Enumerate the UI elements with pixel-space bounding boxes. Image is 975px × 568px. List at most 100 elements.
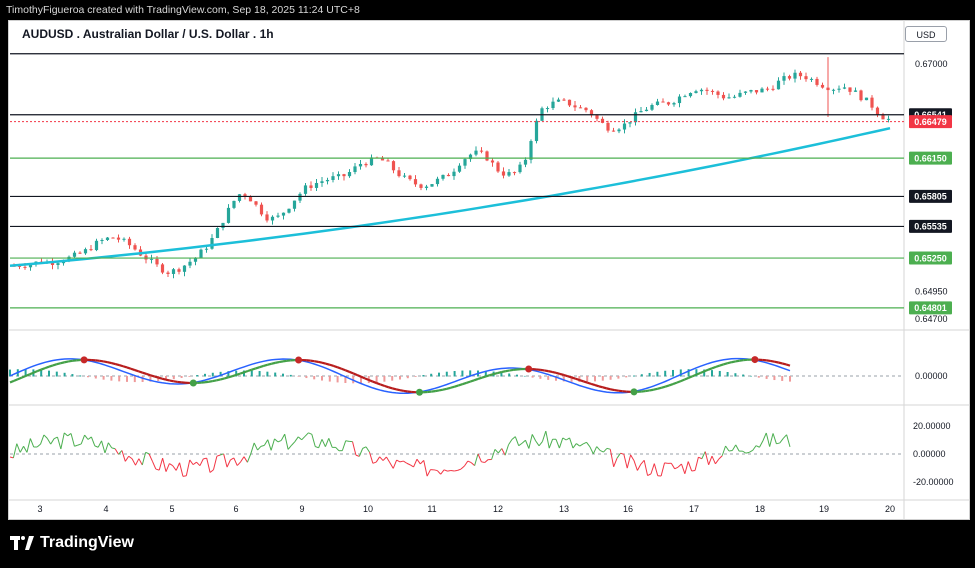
crossover-dot	[525, 365, 533, 373]
signal-line-segment	[243, 369, 249, 374]
signal-line-segment	[668, 383, 674, 387]
rsi-line-segment	[464, 460, 469, 467]
signal-line-segment	[505, 369, 510, 373]
macd-histogram-bar	[742, 374, 745, 377]
rsi-line-segment	[596, 446, 601, 451]
rsi-line-segment	[230, 457, 235, 461]
candle-body	[204, 248, 209, 250]
candle-body	[820, 84, 825, 88]
candle-body	[182, 265, 187, 272]
crossover-dot	[630, 388, 638, 396]
signal-line-segment	[259, 364, 264, 369]
rsi-line-segment	[284, 433, 289, 450]
signal-line-segment	[267, 362, 272, 366]
rsi-line-segment	[497, 448, 503, 454]
candle-body	[628, 122, 632, 124]
signal-line-segment	[321, 361, 327, 365]
candle-body	[804, 76, 808, 80]
rsi-line-segment	[260, 444, 265, 447]
signal-line-segment	[317, 360, 323, 364]
signal-line-segment	[352, 372, 358, 377]
macd-histogram-bar	[406, 376, 409, 379]
macd-histogram-bar	[586, 376, 589, 382]
candle-body	[94, 240, 99, 251]
candle-body	[584, 107, 588, 111]
signal-line-segment	[337, 366, 342, 370]
candle-body	[776, 80, 781, 90]
signal-line-segment	[17, 376, 23, 381]
macd-histogram-bar	[640, 374, 643, 377]
signal-line-segment	[251, 367, 257, 371]
candles	[12, 69, 891, 279]
candle-body	[177, 269, 181, 272]
macd-histogram-bar	[204, 373, 206, 377]
signal-line-segment	[719, 363, 725, 367]
rsi-line-segment	[762, 432, 767, 442]
signal-line-segment	[150, 374, 155, 378]
rsi-line-segment	[382, 456, 387, 461]
rsi-line-segment	[212, 456, 218, 470]
rsi-line-segment	[294, 436, 299, 442]
candle-body	[199, 249, 203, 258]
signal-line-segment	[544, 369, 549, 373]
macd-histogram-bar	[711, 370, 713, 377]
rsi-line-segment	[63, 432, 68, 437]
rsi-line-segment	[67, 433, 72, 437]
rsi-line-segment	[521, 439, 526, 444]
tradingview-screenshot: TimothyFigueroa created with TradingView…	[0, 0, 975, 568]
signal-line-segment	[723, 362, 728, 366]
signal-line-segment	[64, 360, 69, 364]
candle-body	[347, 172, 352, 177]
signal-line-segment	[473, 377, 479, 382]
signal-line-segment	[333, 364, 338, 369]
price-tick-label: 0.64950	[915, 286, 948, 296]
candle-body	[298, 193, 302, 201]
signal-line-segment	[434, 389, 440, 393]
time-tick-label: 19	[819, 504, 829, 514]
rsi-line-segment	[484, 459, 489, 463]
signal-line-segment	[477, 376, 483, 381]
tradingview-logo[interactable]: TradingView	[10, 534, 134, 552]
signal-line-segment	[649, 388, 654, 392]
macd-histogram-bar	[188, 376, 191, 377]
crossover-dot	[416, 388, 423, 396]
rsi-line-segment	[121, 450, 126, 462]
rsi-line-segment	[372, 461, 377, 464]
currency-button[interactable]: USD	[905, 26, 947, 42]
rsi-line-segment	[375, 456, 381, 463]
signal-line-segment	[360, 375, 366, 380]
candle-body	[545, 108, 550, 110]
signal-line-segment	[376, 382, 381, 386]
candle-body	[463, 159, 467, 166]
macd-histogram-bar	[250, 370, 253, 377]
rsi-line-segment	[362, 446, 367, 449]
signal-line-segment	[341, 367, 346, 372]
rsi-line-segment	[613, 458, 618, 467]
chart-svg[interactable]: 0.670000.649500.647000.665410.664790.661…	[0, 0, 975, 520]
candle-body	[694, 91, 698, 94]
signal-line-segment	[228, 375, 233, 379]
macd-histogram-bar	[453, 371, 456, 377]
signal-line-segment	[107, 361, 112, 365]
macd-histogram-bar	[110, 376, 113, 381]
signal-line-segment	[582, 380, 588, 384]
macd-histogram-bar	[79, 375, 82, 377]
candle-body	[578, 107, 583, 109]
candle-body	[600, 118, 605, 123]
candle-body	[105, 237, 110, 241]
rsi-line-segment	[19, 445, 25, 453]
signal-line-segment	[579, 378, 584, 383]
signal-line-segment	[727, 361, 732, 365]
signal-line-segment	[36, 368, 42, 373]
rsi-line-segment	[111, 447, 116, 450]
rsi-line-segment	[457, 468, 462, 471]
candle-body	[149, 258, 154, 260]
time-tick-label: 3	[37, 504, 42, 514]
signal-line-segment	[739, 359, 744, 362]
candle-body	[567, 99, 572, 106]
signal-line-segment	[271, 361, 276, 365]
macd-histogram-bar	[94, 376, 97, 379]
rsi-line-segment	[433, 469, 438, 472]
rsi-line-segment	[586, 442, 591, 448]
signal-line-segment	[9, 379, 15, 384]
